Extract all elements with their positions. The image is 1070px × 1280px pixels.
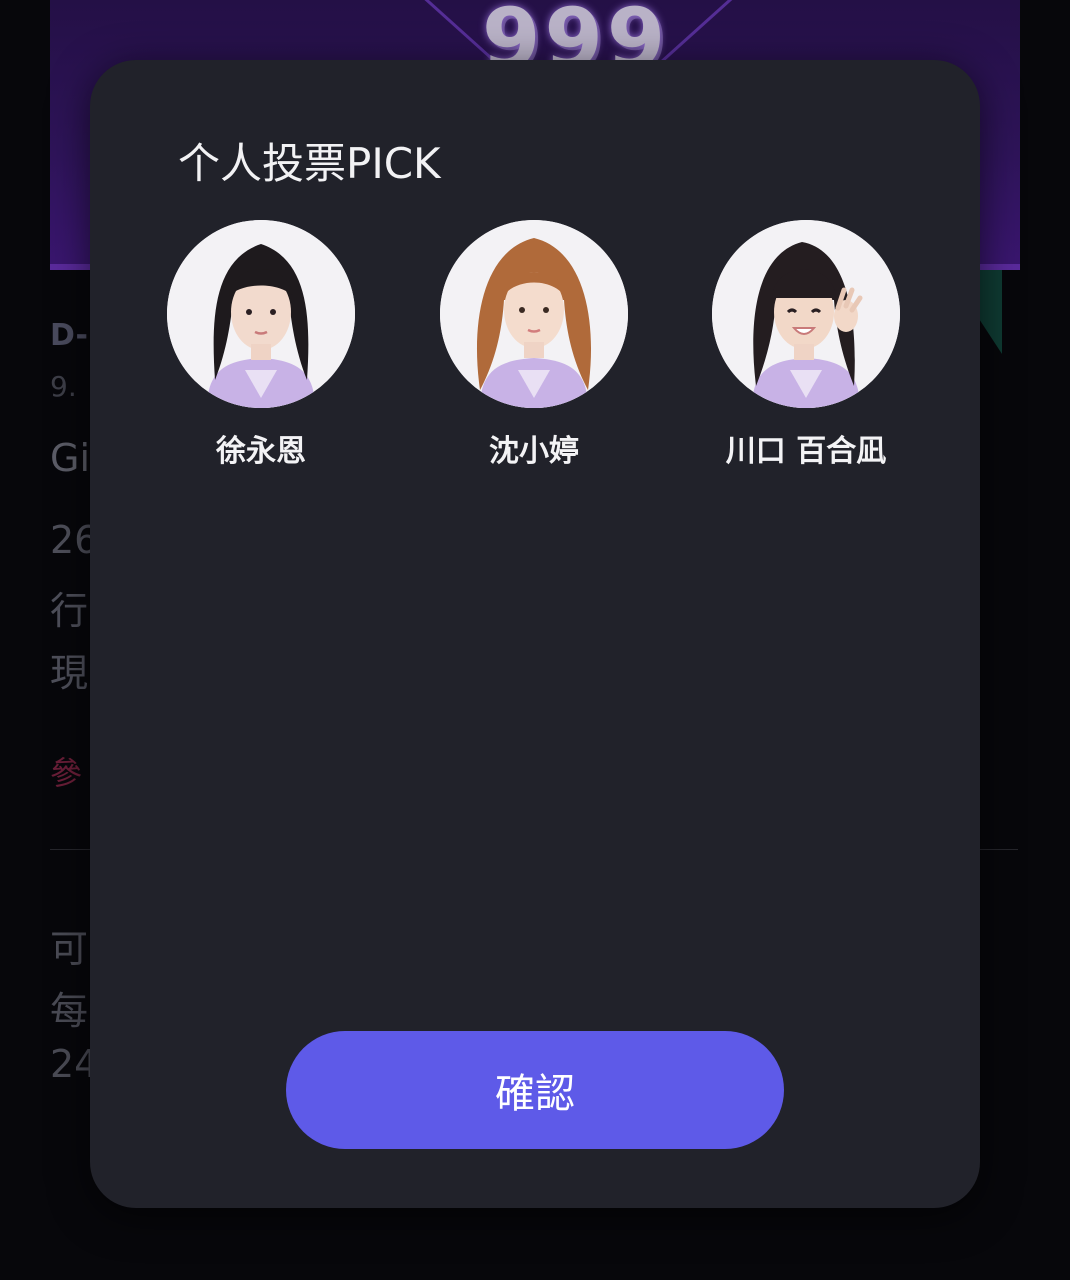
pick-item[interactable]: 川口 百合凪 [691,220,921,470]
date-text: 9. [50,370,77,403]
pick-name: 沈小婷 [489,434,579,469]
pick-dialog: 个人投票PICK 徐永恩 沈小婷 川口 百合凪 確認 [90,60,980,1208]
paragraph-line: 行 [50,589,89,633]
avatar-photo-icon [440,220,628,408]
participate-link: 參 [50,754,83,792]
app-screen: 999 D- 9. Gi 26 行 現 參 可 每 24 个人投票PICK 徐永… [0,0,1070,1280]
confirm-button[interactable]: 確認 [286,1031,784,1149]
avatar-photo-icon [167,220,355,408]
pick-item[interactable]: 徐永恩 [146,220,376,470]
countdown-text: D- [50,318,88,353]
banner-corner-tab [980,270,1002,354]
dialog-title: 个人投票PICK [178,139,441,188]
paragraph-line: 可 [50,927,89,971]
paragraph-line: 現 [50,651,89,695]
avatar-photo-icon [712,220,900,408]
pick-name: 徐永恩 [216,434,306,469]
pick-item[interactable]: 沈小婷 [419,220,649,470]
pick-list: 徐永恩 沈小婷 川口 百合凪 [90,220,980,480]
pick-name: 川口 百合凪 [725,434,887,469]
paragraph-line: 每 [50,989,89,1033]
event-heading: Gi [50,436,91,480]
